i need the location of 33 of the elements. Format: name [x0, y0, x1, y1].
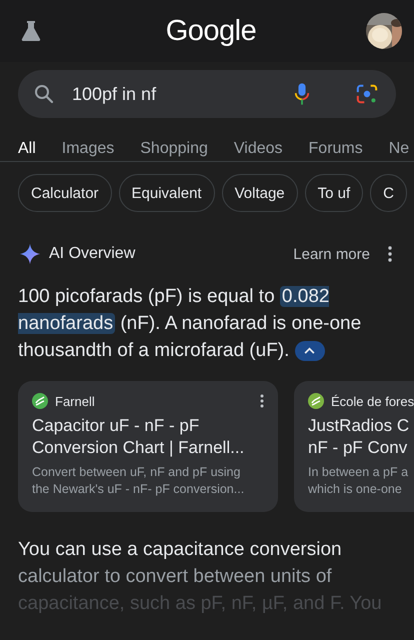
chevron-up-icon: [304, 347, 316, 354]
collapse-button[interactable]: [294, 340, 325, 361]
ai-overview-title: AI Overview: [49, 245, 136, 263]
search-field[interactable]: 100pf in nf: [18, 70, 396, 118]
more-options-icon[interactable]: [388, 246, 392, 262]
search-icon: [34, 84, 54, 104]
tab[interactable]: Videos: [234, 136, 283, 161]
filter-chip[interactable]: To uf: [304, 174, 364, 212]
filter-chip[interactable]: Equivalent: [118, 174, 215, 212]
microphone-icon[interactable]: [294, 82, 310, 106]
filter-chip[interactable]: Calculator: [18, 174, 112, 212]
card-title: Capacitor uF - nF - pF Conversion Chart | Farnell...: [32, 415, 246, 459]
sparkle-icon: [19, 243, 41, 265]
tab[interactable]: Shopping: [140, 136, 208, 161]
tab[interactable]: Forums: [308, 136, 363, 161]
card-snippet: In between a pF a which is one-one: [308, 464, 410, 498]
google-logo: Google: [166, 14, 256, 48]
camera-icon[interactable]: [356, 83, 378, 105]
source-card[interactable]: École de fores JustRadios C nF - pF Conv In between a pF a which is one-one: [294, 381, 414, 512]
card-snippet: Convert between uF, nF and pF using the Newark's uF - nF- pF conversion...: [32, 464, 246, 498]
source-card[interactable]: Farnell Capacitor uF - nF - pF Conversion Chart | Farnell... Convert between uF, nF and pF using the Newark's uF - nF- pF conversion...: [18, 381, 278, 512]
flask-icon[interactable]: [20, 20, 42, 42]
learn-more-link[interactable]: Learn more: [293, 246, 370, 262]
tab[interactable]: All: [18, 136, 36, 161]
tab[interactable]: Images: [62, 136, 114, 161]
filter-chip[interactable]: Voltage: [222, 174, 298, 212]
tab[interactable]: Ne: [388, 136, 410, 161]
site-name: École de fores: [331, 394, 414, 408]
filter-chip[interactable]: C: [370, 174, 408, 212]
card-title: JustRadios C nF - pF Conv: [308, 415, 410, 459]
site-name: Farnell: [55, 394, 96, 408]
ai-answer-text: 100 picofarads (pF) is equal to 0.082 nanofarads (nF). A nanofarad is one-one thousandth of a microfarad (uF).: [18, 285, 362, 363]
more-options-icon[interactable]: [260, 394, 264, 408]
